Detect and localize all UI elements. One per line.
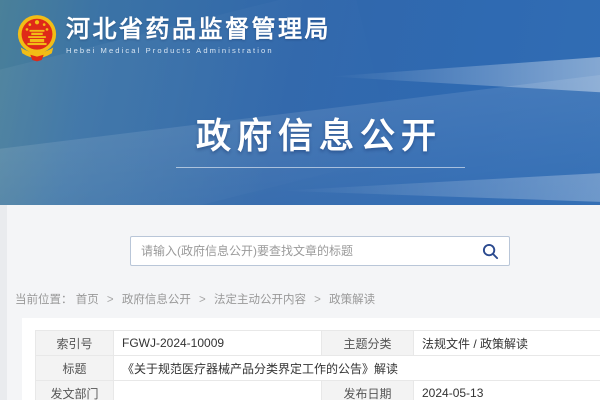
doc-info-table: 索引号 FGWJ-2024-10009 主题分类 法规文件 / 政策解读 标题 … bbox=[35, 330, 600, 400]
search-box bbox=[130, 236, 510, 266]
page-banner-title: 政府信息公开 bbox=[0, 108, 600, 159]
header-light-streak bbox=[280, 172, 600, 205]
site-subtitle-en: Hebei Medical Products Administration bbox=[66, 46, 331, 55]
page-left-edge bbox=[0, 205, 7, 400]
label-topic-category: 主题分类 bbox=[322, 331, 414, 356]
table-row: 标题 《关于规范医疗器械产品分类界定工作的公告》解读 bbox=[36, 356, 600, 381]
banner-underline bbox=[176, 167, 465, 168]
site-logo-home-link[interactable]: 河北省药品监督管理局 Hebei Medical Products Admini… bbox=[16, 13, 331, 63]
table-row: 索引号 FGWJ-2024-10009 主题分类 法规文件 / 政策解读 bbox=[36, 331, 600, 356]
breadcrumb-separator: > bbox=[314, 294, 321, 306]
table-row: 发文部门 发布日期 2024-05-13 bbox=[36, 381, 600, 400]
value-index-number: FGWJ-2024-10009 bbox=[114, 331, 322, 356]
label-index-number: 索引号 bbox=[36, 331, 114, 356]
breadcrumb-item-statutory-disclosure[interactable]: 法定主动公开内容 bbox=[214, 294, 306, 306]
value-issuing-department bbox=[114, 381, 322, 400]
label-publish-date: 发布日期 bbox=[322, 381, 414, 400]
search-input[interactable] bbox=[131, 237, 471, 265]
breadcrumb-item-policy-interpretation[interactable]: 政策解读 bbox=[329, 294, 375, 306]
breadcrumb-item-gov-info[interactable]: 政府信息公开 bbox=[122, 294, 191, 306]
breadcrumb: 当前位置： 首页 > 政府信息公开 > 法定主动公开内容 > 政策解读 bbox=[15, 291, 375, 307]
search-button[interactable] bbox=[471, 237, 509, 265]
breadcrumb-separator: > bbox=[107, 294, 114, 306]
value-title: 《关于规范医疗器械产品分类界定工作的公告》解读 bbox=[114, 356, 600, 381]
value-publish-date: 2024-05-13 bbox=[414, 381, 600, 400]
header-light-streak bbox=[330, 48, 600, 94]
label-title: 标题 bbox=[36, 356, 114, 381]
value-topic-category: 法规文件 / 政策解读 bbox=[414, 331, 600, 356]
breadcrumb-item-home[interactable]: 首页 bbox=[76, 294, 99, 306]
search-icon bbox=[482, 243, 499, 260]
breadcrumb-separator: > bbox=[199, 294, 206, 306]
breadcrumb-prefix: 当前位置： bbox=[15, 294, 73, 306]
site-header: 河北省药品监督管理局 Hebei Medical Products Admini… bbox=[0, 0, 600, 205]
label-issuing-department: 发文部门 bbox=[36, 381, 114, 400]
site-title: 河北省药品监督管理局 bbox=[66, 17, 331, 42]
national-emblem-icon bbox=[16, 13, 58, 63]
